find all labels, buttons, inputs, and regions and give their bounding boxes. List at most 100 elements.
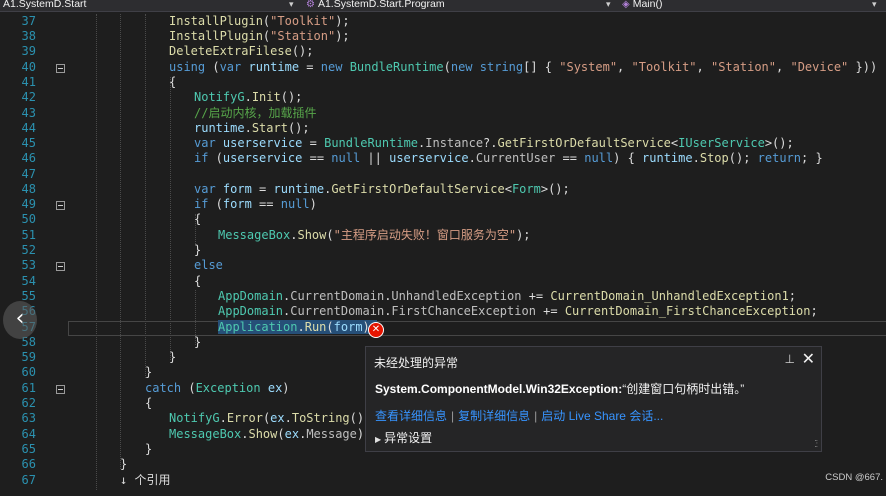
chevron-down-icon[interactable]: ▾ (872, 0, 877, 11)
code-token: Run (304, 320, 327, 334)
code-line-48[interactable]: var form = runtime.GetFirstOrDefaultServ… (194, 182, 570, 197)
code-line-42[interactable]: NotifyG.Init(); (194, 90, 302, 105)
collapse-toggle[interactable] (56, 64, 65, 73)
error-icon[interactable]: ✕ (368, 322, 384, 338)
code-token: CurrentDomain_UnhandledException1 (550, 289, 789, 303)
code-line-40[interactable]: using (var runtime = new BundleRuntime(n… (169, 60, 877, 75)
collapse-toggle[interactable] (56, 385, 65, 394)
method-icon: ◈ (622, 0, 630, 10)
live-share-link[interactable]: 启动 Live Share 会话... (541, 409, 663, 423)
code-line-50[interactable]: { (194, 212, 201, 227)
code-token: ToString (291, 411, 350, 425)
line-number: 43 (21, 106, 36, 120)
code-line-52[interactable]: } (194, 243, 201, 258)
code-line-43[interactable]: //启动内核，加载插件 (194, 106, 316, 121)
resize-grip-icon[interactable]: ...: (815, 435, 819, 449)
code-token: } (194, 335, 202, 349)
code-line-64[interactable]: MessageBox.Show(ex.Message); (169, 427, 371, 442)
code-line-57[interactable]: Application.Run(form); (218, 320, 377, 335)
code-line-44[interactable]: runtime.Start(); (194, 121, 310, 136)
watermark: CSDN @667. (825, 472, 883, 483)
code-token: CurrentDomain (290, 289, 385, 303)
indent-guide (170, 77, 171, 360)
code-token: (); (291, 44, 314, 58)
code-line-45[interactable]: var userservice = BundleRuntime.Instance… (194, 136, 794, 151)
member-dropdown[interactable]: ◈ Main() (622, 0, 662, 11)
code-line-66[interactable]: } (120, 457, 127, 472)
chevron-down-icon[interactable]: ▾ (606, 0, 611, 11)
member-label: Main() (632, 0, 663, 10)
chevron-down-icon[interactable]: ▾ (289, 0, 294, 11)
indent-guide (120, 14, 121, 469)
code-token: DeleteExtraFilese (169, 44, 292, 58)
code-token: ( (443, 60, 451, 74)
code-line-53[interactable]: else (194, 258, 223, 273)
line-number: 50 (21, 212, 36, 226)
exception-message: “创建窗口句柄时出错。” (622, 382, 745, 396)
code-token: = (299, 60, 321, 74)
collapse-toggle[interactable] (56, 201, 65, 210)
code-token: { (169, 75, 177, 89)
code-line-58[interactable]: } (194, 335, 201, 350)
code-token: ex (270, 411, 285, 425)
pin-icon[interactable]: ⊥ (785, 352, 795, 366)
code-line-39[interactable]: DeleteExtraFilese(); (169, 44, 314, 59)
code-token: userservice (222, 136, 303, 150)
code-token: ↓ 个引用 (120, 473, 171, 487)
code-line-37[interactable]: InstallPlugin("Toolkit"); (169, 14, 350, 29)
code-token: , (617, 60, 632, 74)
code-line-46[interactable]: if (userservice == null || userservice.C… (194, 151, 823, 166)
line-number: 53 (21, 258, 36, 272)
code-line-63[interactable]: NotifyG.Error(ex.ToString()); (169, 411, 379, 426)
code-line-49[interactable]: if (form == null) (194, 197, 317, 212)
code-token: new (450, 60, 473, 74)
code-line-59[interactable]: } (169, 350, 176, 365)
code-token: FirstChanceException (391, 304, 536, 318)
code-token: ; (788, 289, 797, 303)
exception-helper-popup: 未经处理的异常 ⊥ ✕ System.ComponentModel.Win32E… (365, 346, 822, 452)
copy-details-link[interactable]: 复制详细信息 (458, 409, 530, 423)
line-number: 54 (21, 274, 36, 288)
exception-settings-toggle[interactable]: ▶ 异常设置 (375, 429, 432, 446)
code-token: >(); (540, 182, 570, 196)
code-token: . (284, 411, 292, 425)
code-token: GetFirstOrDefaultService (497, 136, 671, 150)
code-line-67[interactable]: ↓ 个引用 (120, 473, 170, 488)
project-dropdown[interactable]: A1.SystemD.Start (3, 0, 86, 11)
line-number: 59 (21, 350, 36, 364)
class-dropdown[interactable]: ⚙ A1.SystemD.Start.Program (306, 0, 445, 11)
line-number: 42 (21, 90, 36, 104)
view-details-link[interactable]: 查看详细信息 (375, 409, 447, 423)
code-token: Instance (425, 136, 484, 150)
code-line-60[interactable]: } (145, 365, 152, 380)
code-line-62[interactable]: { (145, 396, 152, 411)
code-line-55[interactable]: AppDomain.CurrentDomain.UnhandledExcepti… (218, 289, 796, 304)
close-icon[interactable]: ✕ (802, 349, 815, 369)
code-token: ( (208, 197, 223, 211)
code-line-51[interactable]: MessageBox.Show("主程序启动失败！窗口服务为空"); (218, 228, 531, 243)
code-token: "Station" (710, 60, 777, 74)
code-line-41[interactable]: { (169, 75, 176, 90)
exception-settings-label: 异常设置 (384, 431, 433, 445)
back-arrow-icon[interactable]: ‹ (3, 301, 37, 339)
code-line-56[interactable]: AppDomain.CurrentDomain.FirstChanceExcep… (218, 304, 818, 319)
code-token: BundleRuntime (349, 60, 444, 74)
code-token: IUserService (678, 136, 765, 150)
code-token: CurrentDomain_FirstChanceException (564, 304, 811, 318)
run-call-token[interactable]: .Run(form); (297, 320, 377, 334)
code-line-54[interactable]: { (194, 274, 201, 289)
code-token: if (194, 197, 209, 211)
line-number: 61 (21, 381, 36, 395)
indent-guide (96, 14, 97, 490)
code-token: } (145, 442, 153, 456)
code-token: null (584, 151, 614, 165)
code-line-65[interactable]: } (145, 442, 152, 457)
code-line-38[interactable]: InstallPlugin("Station"); (169, 29, 350, 44)
code-line-61[interactable]: catch (Exception ex) (145, 381, 290, 396)
collapse-toggle[interactable] (56, 262, 65, 271)
application-token[interactable]: Application (218, 320, 298, 334)
code-token: userservice (222, 151, 303, 165)
